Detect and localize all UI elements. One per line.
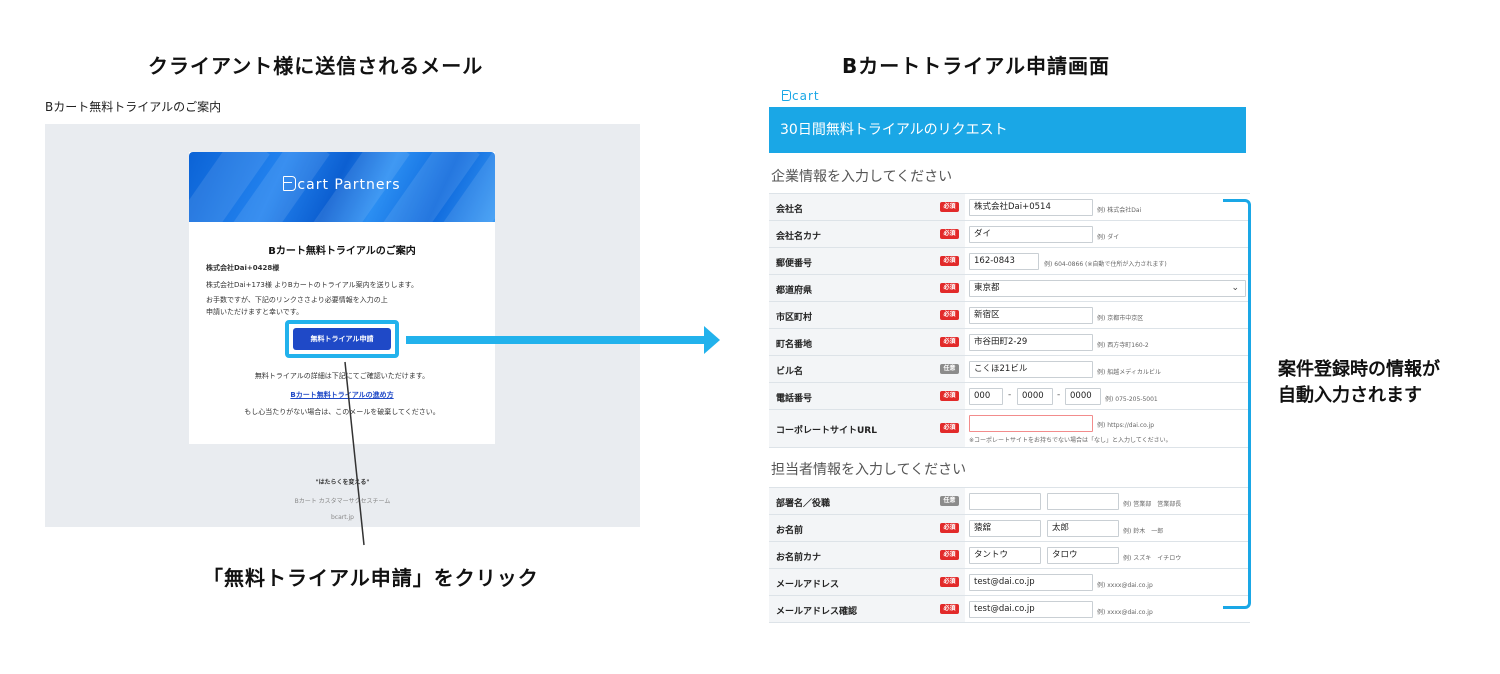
phone-separator: - xyxy=(1008,390,1012,400)
optional-badge: 任意 xyxy=(940,496,959,506)
phone-input-1[interactable]: 000 xyxy=(969,388,1003,405)
field-label: ビル名 xyxy=(776,367,804,377)
required-badge: 必須 xyxy=(940,550,959,560)
field-label: メールアドレス確認 xyxy=(776,607,858,617)
form-row-name-kana: お名前カナ 必須 タントウ タロウ 例) スズキ イチロウ xyxy=(769,541,1250,568)
optional-badge: 任意 xyxy=(940,364,959,374)
arrow-head-icon xyxy=(704,326,720,354)
field-label: 会社名カナ xyxy=(776,232,822,242)
autofill-caption-line: 自動入力されます xyxy=(1278,385,1422,406)
required-badge: 必須 xyxy=(940,391,959,401)
form-row-company-kana: 会社名カナ 必須 ダイ 例) ダイ xyxy=(769,220,1250,247)
required-badge: 必須 xyxy=(940,283,959,293)
position-input[interactable] xyxy=(1047,493,1119,510)
first-name-input[interactable]: 太郎 xyxy=(1047,520,1119,537)
field-example: 例) 京都市中京区 xyxy=(1097,315,1144,322)
phone-input-2[interactable]: 0000 xyxy=(1017,388,1053,405)
form-row-email-confirm: メールアドレス確認 必須 test@dai.co.jp 例) xxxx@dai.… xyxy=(769,595,1250,622)
field-example: 例) 鈴木 一郎 xyxy=(1123,528,1164,535)
building-input[interactable]: こくほ21ビル xyxy=(969,361,1093,378)
field-example: 例) 営業部 営業部長 xyxy=(1123,501,1182,508)
click-instruction-caption: 「無料トライアル申請」をクリック xyxy=(203,566,539,590)
field-example: 例) 604-0866 (※自動で住所が入力されます) xyxy=(1044,261,1167,268)
required-badge: 必須 xyxy=(940,423,959,433)
required-badge: 必須 xyxy=(940,337,959,347)
field-example: 例) xxxx@dai.co.jp xyxy=(1097,609,1153,616)
field-example: 例) 075-205-5001 xyxy=(1105,396,1158,403)
form-header: 30日間無料トライアルのリクエスト xyxy=(769,107,1246,153)
required-badge: 必須 xyxy=(940,523,959,533)
last-name-input[interactable]: 猿舘 xyxy=(969,520,1041,537)
required-badge: 必須 xyxy=(940,229,959,239)
form-row-company-name: 会社名 必須 株式会社Dai+0514 例) 株式会社Dai xyxy=(769,193,1250,220)
form-row-phone: 電話番号 必須 000 - 0000 - 0000 例) 075-205-500… xyxy=(769,382,1250,409)
bcart-logo: cart xyxy=(782,89,820,103)
email-input[interactable]: test@dai.co.jp xyxy=(969,574,1093,591)
form-row-postal-code: 郵便番号 必須 162-0843 例) 604-0866 (※自動で住所が入力さ… xyxy=(769,247,1250,274)
pointer-line xyxy=(344,361,365,546)
field-note: ※コーポレートサイトをお持ちでない場合は「なし」と入力してください。 xyxy=(969,437,1172,444)
form-row-department: 部署名／役職 任意 例) 営業部 営業部長 xyxy=(769,487,1250,514)
form-row-prefecture: 都道府県 必須 東京都 ⌄ xyxy=(769,274,1250,301)
field-example: 例) ダイ xyxy=(1097,234,1120,241)
field-label: コーポレートサイトURL xyxy=(776,426,877,436)
bcart-logo-icon xyxy=(782,90,791,101)
form-row-city: 市区町村 必須 新宿区 例) 京都市中京区 xyxy=(769,301,1250,328)
required-badge: 必須 xyxy=(940,604,959,614)
field-example: 例) スズキ イチロウ xyxy=(1123,555,1182,562)
form-row-street: 町名番地 必須 市谷田町2-29 例) 西方寺町160-2 xyxy=(769,328,1250,355)
field-label: 会社名 xyxy=(776,205,804,215)
field-label: 都道府県 xyxy=(776,286,813,296)
required-badge: 必須 xyxy=(940,577,959,587)
required-badge: 必須 xyxy=(940,310,959,320)
field-example: 例) xxxx@dai.co.jp xyxy=(1097,582,1153,589)
field-label: 部署名／役職 xyxy=(776,499,831,509)
required-badge: 必須 xyxy=(940,256,959,266)
last-name-kana-input[interactable]: タントウ xyxy=(969,547,1041,564)
field-label: 電話番号 xyxy=(776,394,813,404)
first-name-kana-input[interactable]: タロウ xyxy=(1047,547,1119,564)
field-label: 郵便番号 xyxy=(776,259,813,269)
autofill-caption: 案件登録時の情報が 自動入力されます xyxy=(1278,357,1440,409)
section-title-company: 企業情報を入力してください xyxy=(771,169,953,185)
field-example: 例) 西方寺町160-2 xyxy=(1097,342,1149,349)
company-kana-input[interactable]: ダイ xyxy=(969,226,1093,243)
street-input[interactable]: 市谷田町2-29 xyxy=(969,334,1093,351)
autofill-caption-line: 案件登録時の情報が xyxy=(1278,359,1440,380)
autofill-bracket xyxy=(1223,199,1251,609)
department-input[interactable] xyxy=(969,493,1041,510)
field-label: メールアドレス xyxy=(776,580,840,590)
field-label: 町名番地 xyxy=(776,340,813,350)
field-example: 例) https://dai.co.jp xyxy=(1097,422,1155,429)
phone-input-3[interactable]: 0000 xyxy=(1065,388,1101,405)
required-badge: 必須 xyxy=(940,202,959,212)
form-row-email: メールアドレス 必須 test@dai.co.jp 例) xxxx@dai.co… xyxy=(769,568,1250,595)
postal-code-input[interactable]: 162-0843 xyxy=(969,253,1039,270)
form-row-corporate-url: コーポレートサイトURL 必須 例) https://dai.co.jp ※コー… xyxy=(769,409,1250,447)
field-label: お名前カナ xyxy=(776,553,822,563)
company-name-input[interactable]: 株式会社Dai+0514 xyxy=(969,199,1093,216)
section-title-contact: 担当者情報を入力してください xyxy=(771,462,967,478)
corporate-url-input[interactable] xyxy=(969,415,1093,432)
field-example: 例) 船越メディカルビル xyxy=(1097,369,1161,376)
field-example: 例) 株式会社Dai xyxy=(1097,207,1142,214)
form-row-name: お名前 必須 猿舘 太郎 例) 鈴木 一郎 xyxy=(769,514,1250,541)
field-label: お名前 xyxy=(776,526,804,536)
city-input[interactable]: 新宿区 xyxy=(969,307,1093,324)
prefecture-select[interactable]: 東京都 ⌄ xyxy=(969,280,1246,297)
phone-separator: - xyxy=(1057,390,1061,400)
field-label: 市区町村 xyxy=(776,313,813,323)
email-confirm-input[interactable]: test@dai.co.jp xyxy=(969,601,1093,618)
form-row-building: ビル名 任意 こくほ21ビル 例) 船越メディカルビル xyxy=(769,355,1250,382)
